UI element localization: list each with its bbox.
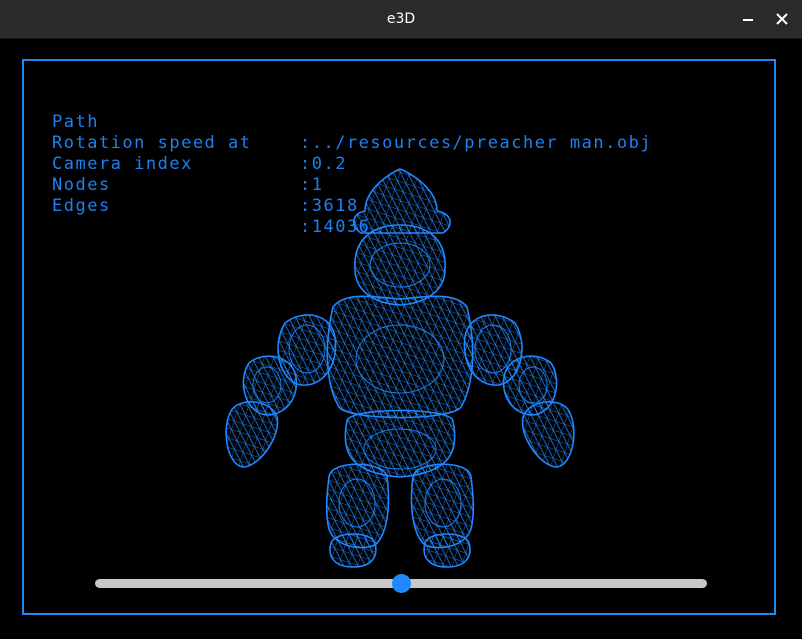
model-left-hand — [225, 401, 279, 468]
info-row-camera: Camera index :1 — [52, 133, 322, 195]
path-value: :../resources/preacher man.obj — [300, 133, 653, 153]
wireframe-model — [225, 168, 575, 568]
edges-value: :14036 — [300, 217, 371, 237]
info-row-nodes: Nodes :3618 — [52, 154, 357, 216]
close-button[interactable] — [772, 9, 792, 29]
model-right-foot — [423, 533, 471, 568]
rotation-value: :0.2 — [300, 154, 347, 174]
info-row-rotation: Rotation speed at :0.2 — [52, 112, 345, 174]
rotation-slider[interactable] — [95, 574, 707, 593]
edges-label: Edges — [52, 196, 111, 216]
model-left-foot — [329, 533, 377, 568]
title-bar[interactable]: e3D — [0, 0, 802, 39]
info-row-path: Path :../resources/preacher man.obj — [52, 91, 651, 153]
info-overlay: Path :../resources/preacher man.obj Rota… — [52, 91, 651, 237]
slider-thumb[interactable] — [392, 574, 411, 593]
render-viewport[interactable]: Path :../resources/preacher man.obj Rota… — [0, 39, 802, 639]
model-torso — [326, 295, 474, 419]
window-title: e3D — [386, 11, 416, 27]
minimize-button[interactable] — [738, 9, 758, 29]
info-row-edges: Edges :14036 — [52, 175, 369, 237]
nodes-value: :3618 — [300, 196, 359, 216]
camera-value: :1 — [300, 175, 324, 195]
app-window: e3D Path :../resources/preacher man.obj … — [0, 0, 802, 639]
minimize-icon — [743, 19, 753, 21]
close-icon — [776, 13, 788, 25]
model-right-hand — [521, 401, 575, 468]
